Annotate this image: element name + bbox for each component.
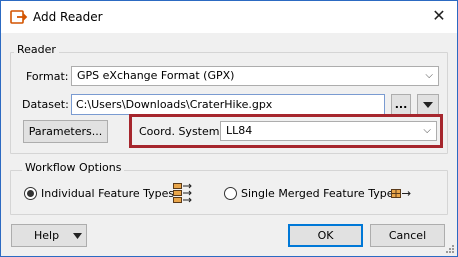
dataset-value: C:\Users\Downloads\CraterHike.gpx xyxy=(76,98,273,111)
format-label: Format: xyxy=(26,70,69,83)
single-merged-feature-type-label[interactable]: Single Merged Feature Type xyxy=(241,187,393,200)
individual-feature-types-radio[interactable] xyxy=(24,187,37,200)
multiple-feature-types-icon xyxy=(173,183,192,203)
merged-feature-type-icon xyxy=(391,189,411,198)
caret-down-icon xyxy=(73,233,82,239)
add-reader-dialog: Add Reader ✕ Reader Format: GPS eXchange… xyxy=(0,0,458,257)
browse-dropdown-button[interactable] xyxy=(417,94,439,115)
format-value: GPS eXchange Format (GPX) xyxy=(77,69,235,82)
ok-button[interactable]: OK xyxy=(288,224,363,247)
cancel-button[interactable]: Cancel xyxy=(370,224,445,247)
caret-down-icon xyxy=(423,102,433,108)
parameters-button[interactable]: Parameters... xyxy=(23,120,108,143)
browse-button[interactable]: ... xyxy=(391,94,411,115)
dataset-input[interactable]: C:\Users\Downloads\CraterHike.gpx xyxy=(71,94,385,115)
dialog-title: Add Reader xyxy=(33,10,103,24)
help-label: Help xyxy=(34,229,60,242)
browse-label: ... xyxy=(394,98,408,111)
highlight-box xyxy=(129,114,443,148)
workflow-options-label: Workflow Options xyxy=(22,161,125,174)
resize-grip-icon[interactable] xyxy=(445,244,455,254)
single-merged-feature-type-radio[interactable] xyxy=(224,187,237,200)
dataset-label: Dataset: xyxy=(22,98,69,111)
individual-feature-types-label[interactable]: Individual Feature Types xyxy=(41,187,174,200)
add-reader-icon xyxy=(10,10,28,24)
radio-selected-dot xyxy=(27,190,34,197)
cancel-label: Cancel xyxy=(388,229,427,242)
reader-group-label: Reader xyxy=(14,43,59,56)
chevron-down-icon: ⌵ xyxy=(425,70,433,81)
help-button[interactable]: Help xyxy=(11,224,87,247)
close-icon[interactable]: ✕ xyxy=(429,6,449,26)
ok-label: OK xyxy=(317,229,334,242)
title-bar: Add Reader ✕ xyxy=(1,1,457,33)
parameters-label: Parameters... xyxy=(28,125,103,138)
format-select[interactable]: GPS eXchange Format (GPX) ⌵ xyxy=(71,66,439,86)
